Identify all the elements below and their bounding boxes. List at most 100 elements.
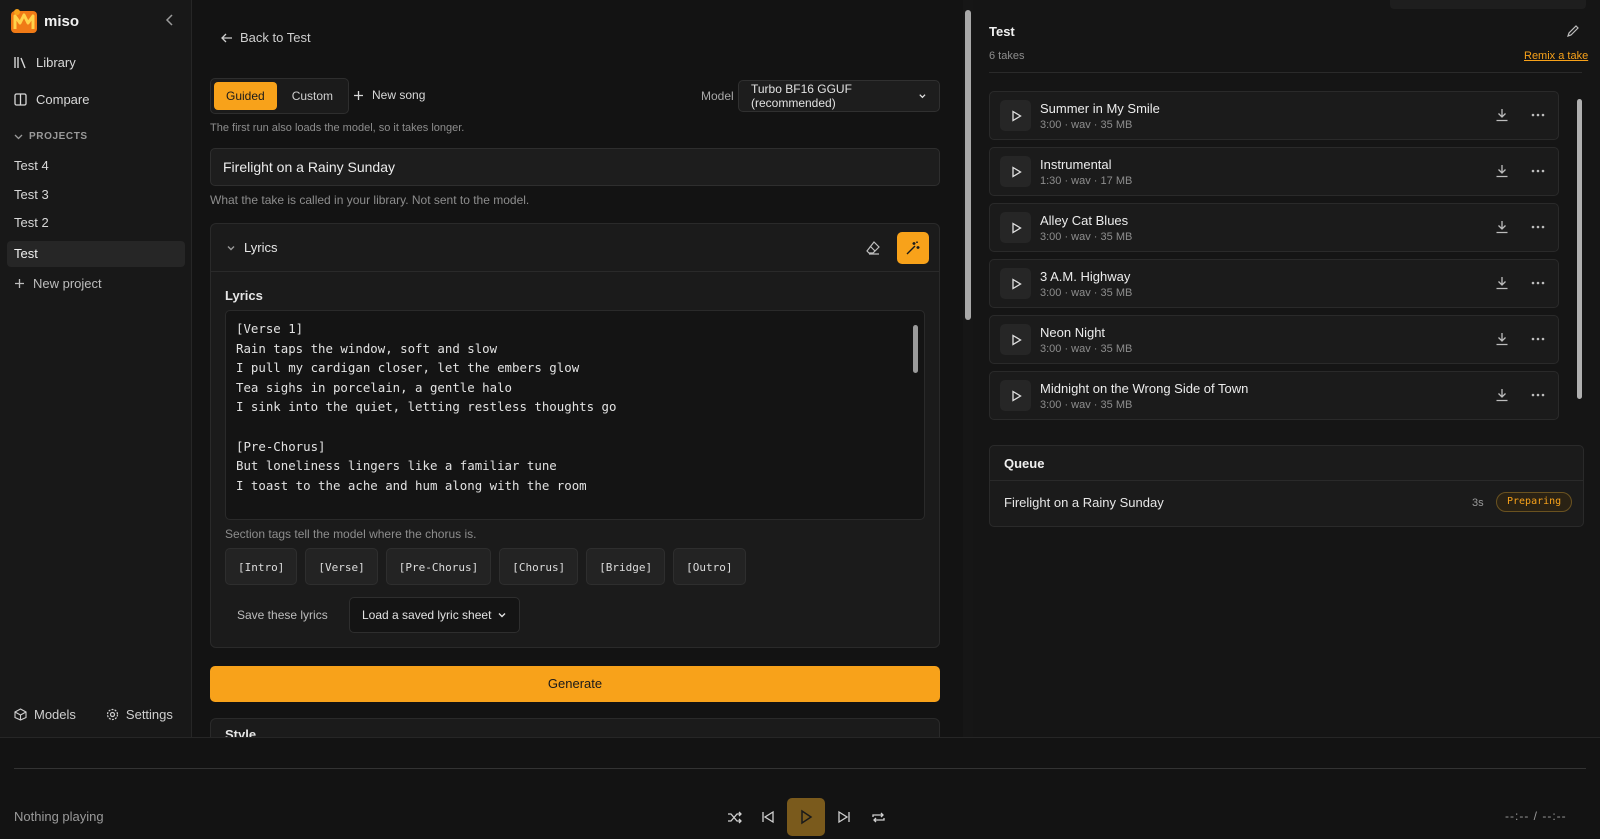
take-row[interactable]: Alley Cat Blues 3:00 · wav · 35 MB [989,203,1559,252]
more-options-icon[interactable] [1530,108,1546,122]
tag-intro-button[interactable]: [Intro] [225,548,298,585]
playback-progress-bar[interactable] [14,768,1586,769]
download-icon[interactable] [1495,220,1509,234]
take-title-input[interactable]: Firelight on a Rainy Sunday [210,148,940,186]
tag-chorus-button[interactable]: [Chorus] [499,548,579,585]
take-play-button[interactable] [1000,268,1031,299]
previous-button[interactable] [751,800,785,834]
take-row[interactable]: Summer in My Smile 3:00 · wav · 35 MB [989,91,1559,140]
sidebar: miso Library Compare PROJECTS Test 4 Tes… [0,0,192,737]
download-icon[interactable] [1495,388,1509,402]
lyrics-textarea[interactable]: [Verse 1] Rain taps the window, soft and… [225,310,925,520]
take-play-button[interactable] [1000,156,1031,187]
song-editor: Back to Test Guided Custom New song Mode… [193,0,963,737]
tag-bridge-button[interactable]: [Bridge] [586,548,666,585]
nav-compare[interactable]: Compare [14,92,89,107]
settings-button[interactable]: Settings [106,707,173,722]
lyrics-field-label: Lyrics [225,288,263,303]
mode-custom-button[interactable]: Custom [280,82,345,110]
download-icon[interactable] [1495,164,1509,178]
take-meta: 3:00 · wav · 35 MB [1040,343,1133,355]
download-icon[interactable] [1495,108,1509,122]
plus-icon [354,90,363,100]
pencil-icon[interactable] [1566,24,1580,38]
chevron-down-icon [919,94,926,99]
section-tags: [Intro] [Verse] [Pre-Chorus] [Chorus] [B… [225,548,746,585]
arrow-left-icon [221,33,232,42]
projects-heading[interactable]: PROJECTS [14,131,88,142]
cube-icon [14,708,27,721]
save-lyrics-button[interactable]: Save these lyrics [237,608,328,622]
plus-icon [15,279,24,288]
nav-library[interactable]: Library [14,55,76,70]
more-options-icon[interactable] [1530,220,1546,234]
play-icon [1011,221,1022,234]
chevron-down-icon [227,245,235,250]
sparkle-wand-icon [906,241,920,255]
next-button[interactable] [827,800,861,834]
editor-scrollbar[interactable] [963,0,973,737]
more-options-icon[interactable] [1530,388,1546,402]
take-row[interactable]: Neon Night 3:00 · wav · 35 MB [989,315,1559,364]
take-play-button[interactable] [1000,380,1031,411]
take-play-button[interactable] [1000,100,1031,131]
collapse-sidebar-icon[interactable] [162,12,178,28]
download-icon[interactable] [1495,332,1509,346]
new-song-button[interactable]: New song [353,88,425,102]
tag-outro-button[interactable]: [Outro] [673,548,746,585]
take-play-button[interactable] [1000,212,1031,243]
takes-scroll-thumb[interactable] [1577,99,1582,399]
more-options-icon[interactable] [1530,164,1546,178]
queue-item-elapsed: 3s [1472,497,1484,509]
project-item-test-4[interactable]: Test 4 [7,153,185,179]
models-button[interactable]: Models [14,707,76,722]
project-item-test-3[interactable]: Test 3 [7,182,185,208]
shuffle-button[interactable] [717,800,751,834]
brand-name: miso [44,12,80,30]
more-options-icon[interactable] [1530,276,1546,290]
playback-controls [717,798,895,836]
playback-time: --:-- / --:-- [1505,809,1567,823]
nav-library-label: Library [36,55,76,70]
lyrics-section-toggle[interactable]: Lyrics [226,240,277,255]
project-item-test-2[interactable]: Test 2 [7,210,185,236]
remix-take-link[interactable]: Remix a take [1524,50,1588,62]
take-title: 3 A.M. Highway [1040,269,1131,284]
takes-panel: Test 6 takes Remix a take Summer in My S… [973,0,1600,737]
project-title: Test [989,24,1015,39]
back-link[interactable]: Back to Test [221,30,311,45]
model-select[interactable]: Turbo BF16 GGUF (recommended) [738,80,940,112]
repeat-icon [871,812,885,822]
generate-button[interactable]: Generate [210,666,940,702]
editor-scroll-thumb[interactable] [965,10,971,320]
take-title: Summer in My Smile [1040,101,1160,116]
repeat-button[interactable] [861,800,895,834]
takes-scrollbar[interactable] [1576,91,1584,425]
take-title: Midnight on the Wrong Side of Town [1040,381,1249,396]
take-row[interactable]: Instrumental 1:30 · wav · 17 MB [989,147,1559,196]
tag-verse-button[interactable]: [Verse] [305,548,378,585]
play-pause-button[interactable] [787,798,825,836]
take-row[interactable]: 3 A.M. Highway 3:00 · wav · 35 MB [989,259,1559,308]
eraser-icon[interactable] [865,240,881,256]
project-item-test[interactable]: Test [7,241,185,267]
load-lyric-sheet-select[interactable]: Load a saved lyric sheet [349,597,520,633]
tag-pre-chorus-button[interactable]: [Pre-Chorus] [385,548,492,585]
style-section: Style [210,718,940,737]
take-row[interactable]: Midnight on the Wrong Side of Town 3:00 … [989,371,1559,420]
take-meta: 3:00 · wav · 35 MB [1040,287,1133,299]
take-play-button[interactable] [1000,324,1031,355]
play-icon [801,809,813,825]
app-window: miso Library Compare PROJECTS Test 4 Tes… [0,0,1600,839]
lyrics-scroll-thumb[interactable] [913,325,918,373]
ai-lyrics-button[interactable] [897,232,929,264]
new-project-button[interactable]: New project [14,276,102,291]
brand[interactable]: miso [10,8,79,34]
download-icon[interactable] [1495,276,1509,290]
chevron-down-icon [14,134,23,140]
new-song-label: New song [372,88,426,102]
model-label: Model [701,89,734,103]
queue-panel: Queue Firelight on a Rainy Sunday 3s Pre… [989,445,1584,527]
mode-guided-button[interactable]: Guided [214,82,277,110]
more-options-icon[interactable] [1530,332,1546,346]
